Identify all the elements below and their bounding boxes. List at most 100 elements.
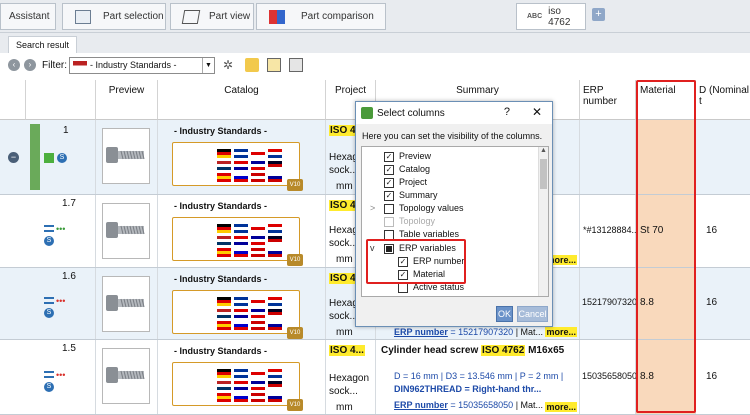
scrollbar[interactable]: ▲ [538, 147, 548, 296]
flag-icon [234, 369, 248, 378]
list-item[interactable]: > Topology values [370, 202, 464, 215]
material-column-highlight [636, 80, 696, 413]
tab-search-result[interactable]: Search result [8, 36, 78, 53]
expand-icon[interactable]: > [370, 202, 384, 215]
tab-part-selection[interactable]: Part selection [62, 3, 166, 30]
list-item[interactable]: ✓ Summary [384, 189, 438, 202]
flag-grid [217, 149, 282, 182]
catalog-logo[interactable]: V10 [172, 362, 303, 411]
status-dots-icon: ••• [56, 296, 66, 306]
erp-number-link[interactable]: ERP number [394, 327, 448, 337]
column-list[interactable]: ✓ Preview ✓ Catalog ✓ Project ✓ Summary > Top… [361, 146, 549, 297]
flag-icon [217, 149, 231, 158]
flag-icon [234, 173, 248, 182]
s-badge-icon: S [44, 308, 54, 318]
checkbox[interactable] [384, 203, 394, 214]
tab-part-view[interactable]: Part view [170, 3, 254, 30]
erp-number-link[interactable]: ERP number [394, 400, 448, 410]
v10-badge: V10 [287, 179, 303, 191]
row-num-cell: 1.5 ••• S [26, 340, 96, 414]
main-tabbar: Assistant Part selection Part view Part … [0, 0, 750, 33]
screw-thumbnail[interactable] [102, 276, 150, 332]
catalog-cell: - Industry Standards - V10 [158, 268, 326, 339]
catalog-logo[interactable]: V10 [172, 290, 303, 339]
screw-thumbnail[interactable] [102, 348, 150, 404]
add-tab-button[interactable]: + [592, 8, 605, 21]
status-dots-icon: ••• [56, 224, 66, 234]
checkbox[interactable] [398, 282, 408, 293]
gear-icon[interactable]: ✲ [223, 58, 237, 72]
erp-cell: 15035658050 [580, 340, 637, 414]
header-expand [0, 80, 26, 120]
flag-icon [268, 236, 282, 245]
flag-icon [251, 309, 265, 318]
checkbox[interactable]: ✓ [384, 177, 394, 188]
cancel-button[interactable]: Cancel [517, 306, 548, 322]
flag-icon [251, 321, 265, 330]
search-tab[interactable]: ABC iso 4762 [516, 3, 586, 30]
s-badge-icon: S [44, 236, 54, 246]
flag-icon [234, 297, 248, 306]
erp-cell [580, 120, 636, 194]
flag-icon [234, 236, 248, 245]
flag-icon [217, 381, 231, 390]
flag-icon [251, 224, 265, 233]
checkbox[interactable]: ✓ [384, 151, 394, 162]
flag-icon [73, 60, 87, 70]
folder-star-icon[interactable] [245, 58, 259, 72]
catalog-cell: - Industry Standards - V10 [158, 340, 326, 414]
catalog-cell: - Industry Standards - V10 [158, 195, 326, 267]
scroll-thumb[interactable] [540, 159, 547, 189]
flag-icon [234, 161, 248, 170]
checkbox[interactable]: ✓ [384, 164, 394, 175]
column-filter-icon[interactable] [289, 58, 303, 72]
tab-assistant[interactable]: Assistant [0, 3, 56, 30]
checkbox[interactable] [384, 229, 394, 240]
tab-part-comparison[interactable]: Part comparison [256, 3, 386, 30]
header-erp-number[interactable]: ERP number [580, 80, 636, 120]
help-icon[interactable]: ? [504, 106, 510, 118]
flag-icon [251, 297, 265, 306]
checkbox[interactable]: ✓ [384, 190, 394, 201]
header-preview[interactable]: Preview [96, 80, 158, 120]
ok-button[interactable]: OK [496, 306, 513, 322]
close-icon[interactable]: ✕ [532, 105, 542, 119]
forward-icon[interactable]: › [24, 59, 36, 71]
flag-grid [217, 369, 282, 402]
list-item[interactable]: ✓ Catalog [384, 163, 430, 176]
flag-icon [268, 297, 282, 306]
catalog-cell: - Industry Standards - V10 [158, 120, 326, 194]
list-item[interactable]: ✓ Project [384, 176, 427, 189]
list-item[interactable]: ✓ Preview [384, 150, 431, 163]
app-icon [361, 107, 373, 119]
screw-thumbnail[interactable] [102, 203, 150, 259]
catalog-logo[interactable]: V10 [172, 142, 303, 191]
erp-cell: 15217907320 [580, 268, 637, 339]
flag-icon [251, 248, 265, 257]
flag-icon [251, 161, 265, 170]
collapse-icon[interactable]: − [8, 152, 19, 163]
flag-icon [268, 173, 282, 182]
screw-icon [106, 367, 145, 383]
flag-icon [268, 224, 282, 233]
scroll-up-icon[interactable]: ▲ [539, 147, 548, 157]
s-badge-icon: S [44, 382, 54, 392]
header-catalog[interactable]: Catalog [158, 80, 326, 120]
v10-badge: V10 [287, 254, 303, 266]
flag-icon [217, 161, 231, 170]
export-icon[interactable] [267, 58, 281, 72]
catalog-logo[interactable]: V10 [172, 217, 303, 266]
back-icon[interactable]: ‹ [8, 59, 20, 71]
dialog-message: Here you can set the visibility of the c… [362, 131, 543, 141]
chevron-down-icon[interactable]: ▼ [202, 57, 214, 73]
search-badge: ABC [527, 13, 543, 20]
header-d-nominal[interactable]: D (Nominal t [696, 80, 750, 120]
flag-icon [217, 393, 231, 402]
screw-thumbnail[interactable] [102, 128, 150, 184]
header-row-num [26, 80, 96, 120]
subtabbar: Search result [0, 33, 750, 53]
preview-cell [96, 120, 158, 194]
filter-select[interactable]: - Industry Standards - ▼ [69, 56, 215, 74]
flag-icon [251, 393, 265, 402]
flag-icon [268, 248, 282, 257]
